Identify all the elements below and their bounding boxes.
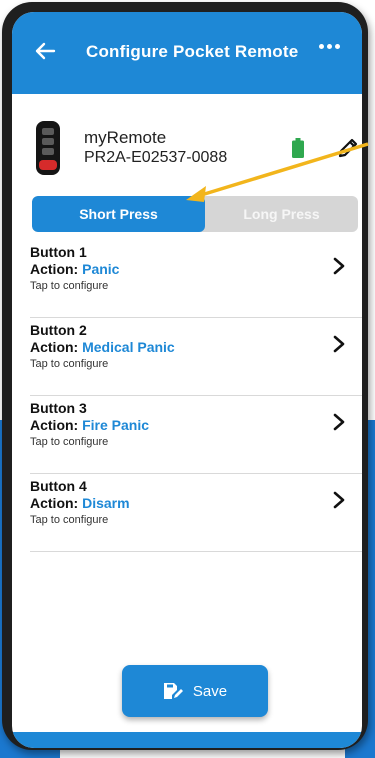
bottom-bar bbox=[12, 732, 362, 748]
button-hint: Tap to configure bbox=[30, 280, 109, 292]
button-row-4[interactable]: Button 4 Action: Disarm Tap to configure bbox=[30, 474, 362, 552]
button-hint: Tap to configure bbox=[30, 436, 109, 448]
button-hint: Tap to configure bbox=[30, 514, 109, 526]
action-value: Fire Panic bbox=[82, 417, 150, 433]
button-list: Button 1 Action: Panic Tap to configure … bbox=[30, 240, 362, 552]
action-value: Panic bbox=[82, 261, 120, 277]
button-title: Button 2 bbox=[30, 322, 87, 338]
edit-device-button[interactable] bbox=[336, 136, 360, 160]
button-row-1[interactable]: Button 1 Action: Panic Tap to configure bbox=[30, 240, 362, 318]
device-serial: PR2A-E02537-0088 bbox=[84, 149, 228, 166]
chevron-right-icon bbox=[333, 413, 345, 431]
button-row-3[interactable]: Button 3 Action: Fire Panic Tap to confi… bbox=[30, 396, 362, 474]
action-value: Medical Panic bbox=[82, 339, 175, 355]
press-type-toggle: Short Press Long Press bbox=[32, 196, 358, 232]
remote-device-icon bbox=[36, 121, 60, 175]
button-action: Action: Panic bbox=[30, 261, 120, 277]
more-options-button[interactable] bbox=[319, 44, 340, 49]
button-action: Action: Medical Panic bbox=[30, 339, 175, 355]
chevron-right-icon bbox=[333, 491, 345, 509]
button-title: Button 1 bbox=[30, 244, 87, 260]
button-hint: Tap to configure bbox=[30, 358, 109, 370]
app-bar: Configure Pocket Remote bbox=[12, 12, 362, 94]
back-button[interactable] bbox=[34, 40, 56, 67]
battery-icon bbox=[292, 138, 304, 158]
arrow-left-icon bbox=[35, 42, 56, 60]
page-title: Configure Pocket Remote bbox=[86, 42, 299, 61]
device-name: myRemote bbox=[84, 128, 167, 147]
more-horizontal-icon bbox=[319, 44, 324, 49]
long-press-tab[interactable]: Long Press bbox=[205, 196, 358, 232]
save-label: Save bbox=[192, 682, 228, 700]
pencil-icon bbox=[338, 138, 358, 158]
chevron-right-icon bbox=[333, 335, 345, 353]
phone-frame: Configure Pocket Remote myRemote PR2A-E0… bbox=[2, 2, 368, 750]
save-button[interactable]: Save bbox=[122, 665, 268, 717]
screen: Configure Pocket Remote myRemote PR2A-E0… bbox=[12, 12, 362, 748]
button-action: Action: Fire Panic bbox=[30, 417, 150, 433]
button-title: Button 3 bbox=[30, 400, 87, 416]
action-value: Disarm bbox=[82, 495, 130, 511]
save-edit-icon bbox=[163, 683, 183, 699]
chevron-right-icon bbox=[333, 257, 345, 275]
button-action: Action: Disarm bbox=[30, 495, 130, 511]
button-row-2[interactable]: Button 2 Action: Medical Panic Tap to co… bbox=[30, 318, 362, 396]
short-press-tab[interactable]: Short Press bbox=[32, 196, 205, 232]
button-title: Button 4 bbox=[30, 478, 87, 494]
